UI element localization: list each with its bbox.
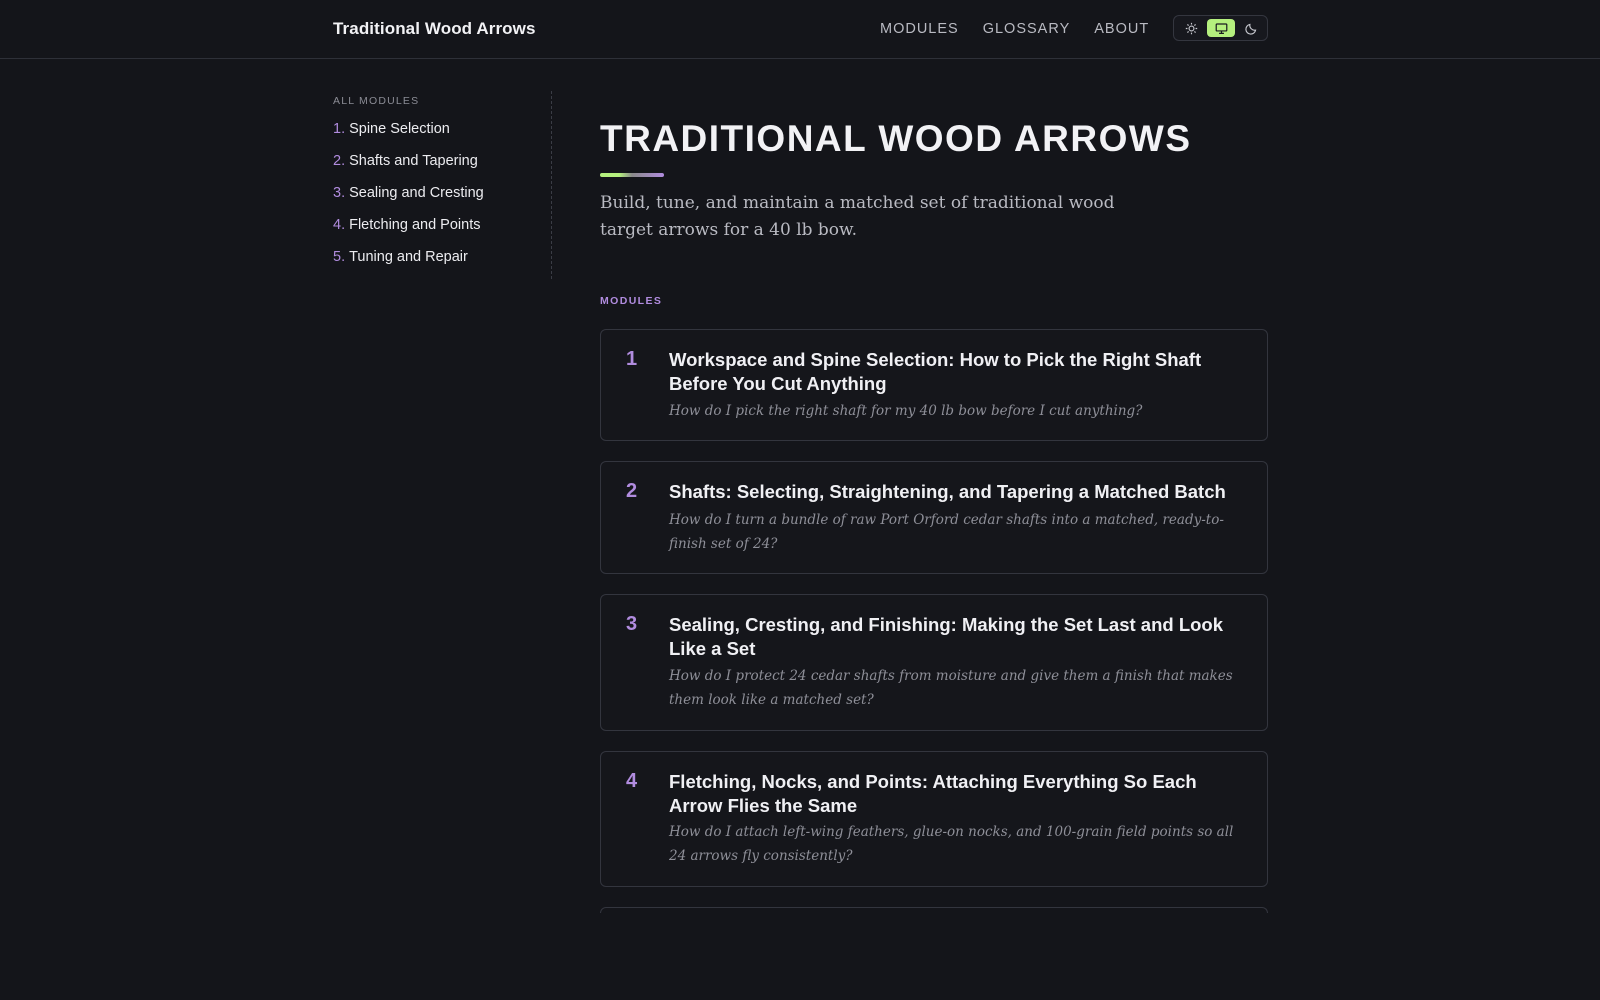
sidebar-item-label: Tuning and Repair bbox=[349, 249, 468, 265]
moon-icon bbox=[1244, 23, 1256, 35]
page-subtitle: Build, tune, and maintain a matched set … bbox=[600, 193, 1115, 240]
nav-modules[interactable]: MODULES bbox=[880, 21, 959, 37]
module-description: How do I turn a bundle of raw Port Orfor… bbox=[669, 512, 1224, 552]
module-card-2[interactable]: 2 Shafts: Selecting, Straightening, and … bbox=[600, 461, 1268, 574]
module-description: How do I protect 24 cedar shafts from mo… bbox=[669, 668, 1233, 708]
sidebar-item-number: 4. bbox=[333, 217, 346, 233]
sidebar-item-number: 1. bbox=[333, 121, 346, 137]
module-title: Fletching, Nocks, and Points: Attaching … bbox=[669, 771, 1197, 816]
module-number: 2 bbox=[626, 480, 638, 502]
theme-system-button[interactable] bbox=[1207, 19, 1235, 37]
monitor-icon bbox=[1215, 22, 1227, 34]
sidebar-item-label: Sealing and Cresting bbox=[349, 185, 484, 201]
nav-about[interactable]: ABOUT bbox=[1094, 21, 1149, 37]
sidebar-item-number: 2. bbox=[333, 153, 346, 169]
title-accent-bar bbox=[600, 173, 664, 177]
nav-glossary[interactable]: GLOSSARY bbox=[983, 21, 1071, 37]
sidebar-item-shafts-and-tapering[interactable]: 2. Shafts and Tapering bbox=[333, 153, 551, 185]
sidebar-module-list: 1. Spine Selection 2. Shafts and Tapering … bbox=[333, 121, 551, 281]
sidebar-heading: ALL MODULES bbox=[333, 95, 420, 107]
sidebar-item-spine-selection[interactable]: 1. Spine Selection bbox=[333, 121, 551, 153]
module-description: How do I attach left-wing feathers, glue… bbox=[669, 824, 1234, 864]
sidebar-item-number: 5. bbox=[333, 249, 346, 265]
theme-toggle bbox=[1173, 15, 1268, 41]
page-title: TRADITIONAL WOOD ARROWS bbox=[600, 118, 1192, 159]
sidebar-item-number: 3. bbox=[333, 185, 346, 201]
module-card-4[interactable]: 4 Fletching, Nocks, and Points: Attachin… bbox=[600, 751, 1268, 887]
sun-icon bbox=[1185, 22, 1197, 34]
sidebar-item-sealing-and-cresting[interactable]: 3. Sealing and Cresting bbox=[333, 185, 551, 217]
sidebar: ALL MODULES 1. Spine Selection 2. Shafts a… bbox=[333, 91, 552, 279]
theme-dark-button[interactable] bbox=[1237, 19, 1265, 37]
modules-section-label: MODULES bbox=[600, 295, 663, 307]
module-title: Shafts: Selecting, Straightening, and Ta… bbox=[669, 481, 1226, 502]
sidebar-item-fletching-and-points[interactable]: 4. Fletching and Points bbox=[333, 217, 551, 249]
site-brand[interactable]: Traditional Wood Arrows bbox=[333, 19, 536, 39]
theme-light-button[interactable] bbox=[1177, 19, 1205, 37]
module-card-3[interactable]: 3 Sealing, Cresting, and Finishing: Maki… bbox=[600, 594, 1268, 731]
module-title: Workspace and Spine Selection: How to Pi… bbox=[669, 349, 1202, 394]
sidebar-item-tuning-and-repair[interactable]: 5. Tuning and Repair bbox=[333, 249, 551, 281]
module-title: Sealing, Cresting, and Finishing: Making… bbox=[669, 614, 1224, 659]
module-number: 3 bbox=[626, 613, 638, 635]
module-card-5-partial[interactable] bbox=[600, 907, 1268, 913]
sidebar-item-label: Spine Selection bbox=[349, 121, 450, 137]
main-nav: MODULES GLOSSARY ABOUT bbox=[880, 21, 1173, 37]
module-card-1[interactable]: 1 Workspace and Spine Selection: How to … bbox=[600, 329, 1268, 441]
module-number: 1 bbox=[626, 348, 638, 370]
site-header: Traditional Wood Arrows MODULES GLOSSARY… bbox=[0, 0, 1600, 59]
sidebar-item-label: Shafts and Tapering bbox=[349, 153, 478, 169]
sidebar-item-label: Fletching and Points bbox=[349, 217, 481, 233]
module-description: How do I pick the right shaft for my 40 … bbox=[669, 403, 1143, 419]
module-number: 4 bbox=[626, 770, 638, 792]
